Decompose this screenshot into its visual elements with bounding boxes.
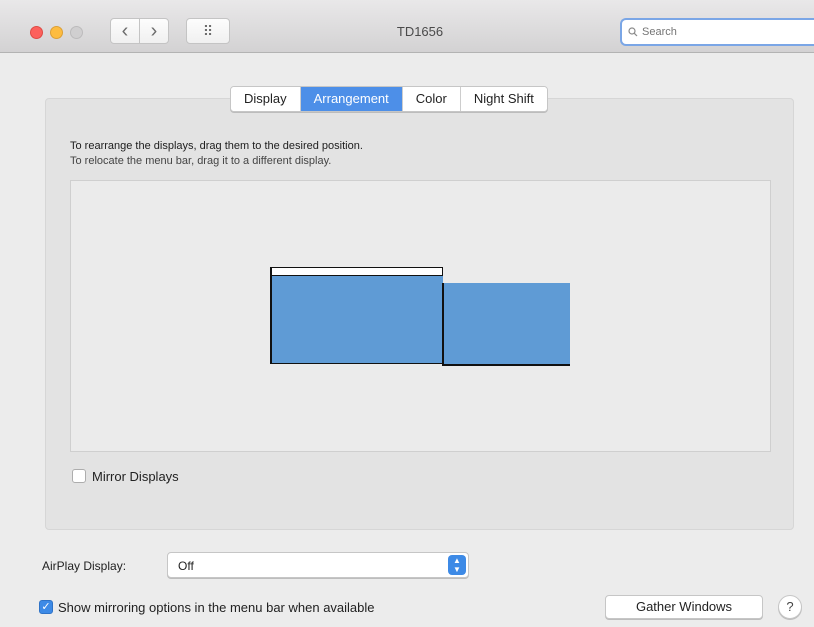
tab-display[interactable]: Display bbox=[231, 87, 301, 111]
help-button[interactable]: ? bbox=[778, 595, 802, 619]
forward-button[interactable]: › bbox=[139, 18, 169, 44]
mirror-displays-label: Mirror Displays bbox=[92, 469, 179, 484]
chevron-right-icon: › bbox=[150, 20, 158, 42]
show-all-button[interactable]: ⠿ bbox=[186, 18, 230, 44]
select-arrows-icon: ▲ ▼ bbox=[448, 555, 466, 575]
secondary-display[interactable] bbox=[442, 283, 570, 366]
close-window-button[interactable] bbox=[30, 26, 43, 39]
arrangement-instruction: To rearrange the displays, drag them to … bbox=[70, 140, 363, 152]
mirror-displays-checkbox[interactable] bbox=[72, 469, 86, 483]
search-input[interactable] bbox=[640, 25, 784, 39]
search-field[interactable] bbox=[620, 18, 814, 46]
grid-icon: ⠿ bbox=[202, 22, 214, 39]
tab-bar: Display Arrangement Color Night Shift bbox=[230, 86, 548, 112]
show-mirroring-label: Show mirroring options in the menu bar w… bbox=[58, 600, 375, 615]
menu-bar-instruction: To relocate the menu bar, drag it to a d… bbox=[70, 155, 332, 167]
checkmark-icon: ✓ bbox=[41, 601, 51, 613]
airplay-display-value: Off bbox=[178, 559, 194, 573]
window-title: TD1656 bbox=[396, 24, 444, 39]
tab-color[interactable]: Color bbox=[402, 87, 461, 111]
tab-arrangement[interactable]: Arrangement bbox=[300, 87, 403, 111]
gather-windows-button[interactable]: Gather Windows bbox=[605, 595, 763, 619]
airplay-display-select[interactable]: Off ▲ ▼ bbox=[167, 552, 469, 578]
search-icon bbox=[628, 27, 638, 37]
tab-night-shift[interactable]: Night Shift bbox=[460, 87, 547, 111]
show-mirroring-checkbox[interactable]: ✓ bbox=[39, 600, 53, 614]
menu-bar-handle[interactable] bbox=[270, 267, 443, 276]
zoom-window-button[interactable] bbox=[70, 26, 83, 39]
main-display[interactable] bbox=[270, 267, 443, 364]
airplay-display-label: AirPlay Display: bbox=[42, 559, 127, 573]
minimize-window-button[interactable] bbox=[50, 26, 63, 39]
back-button[interactable]: ‹ bbox=[110, 18, 140, 44]
window-toolbar: ‹ › ⠿ TD1656 bbox=[0, 0, 814, 53]
chevron-left-icon: ‹ bbox=[121, 20, 129, 42]
